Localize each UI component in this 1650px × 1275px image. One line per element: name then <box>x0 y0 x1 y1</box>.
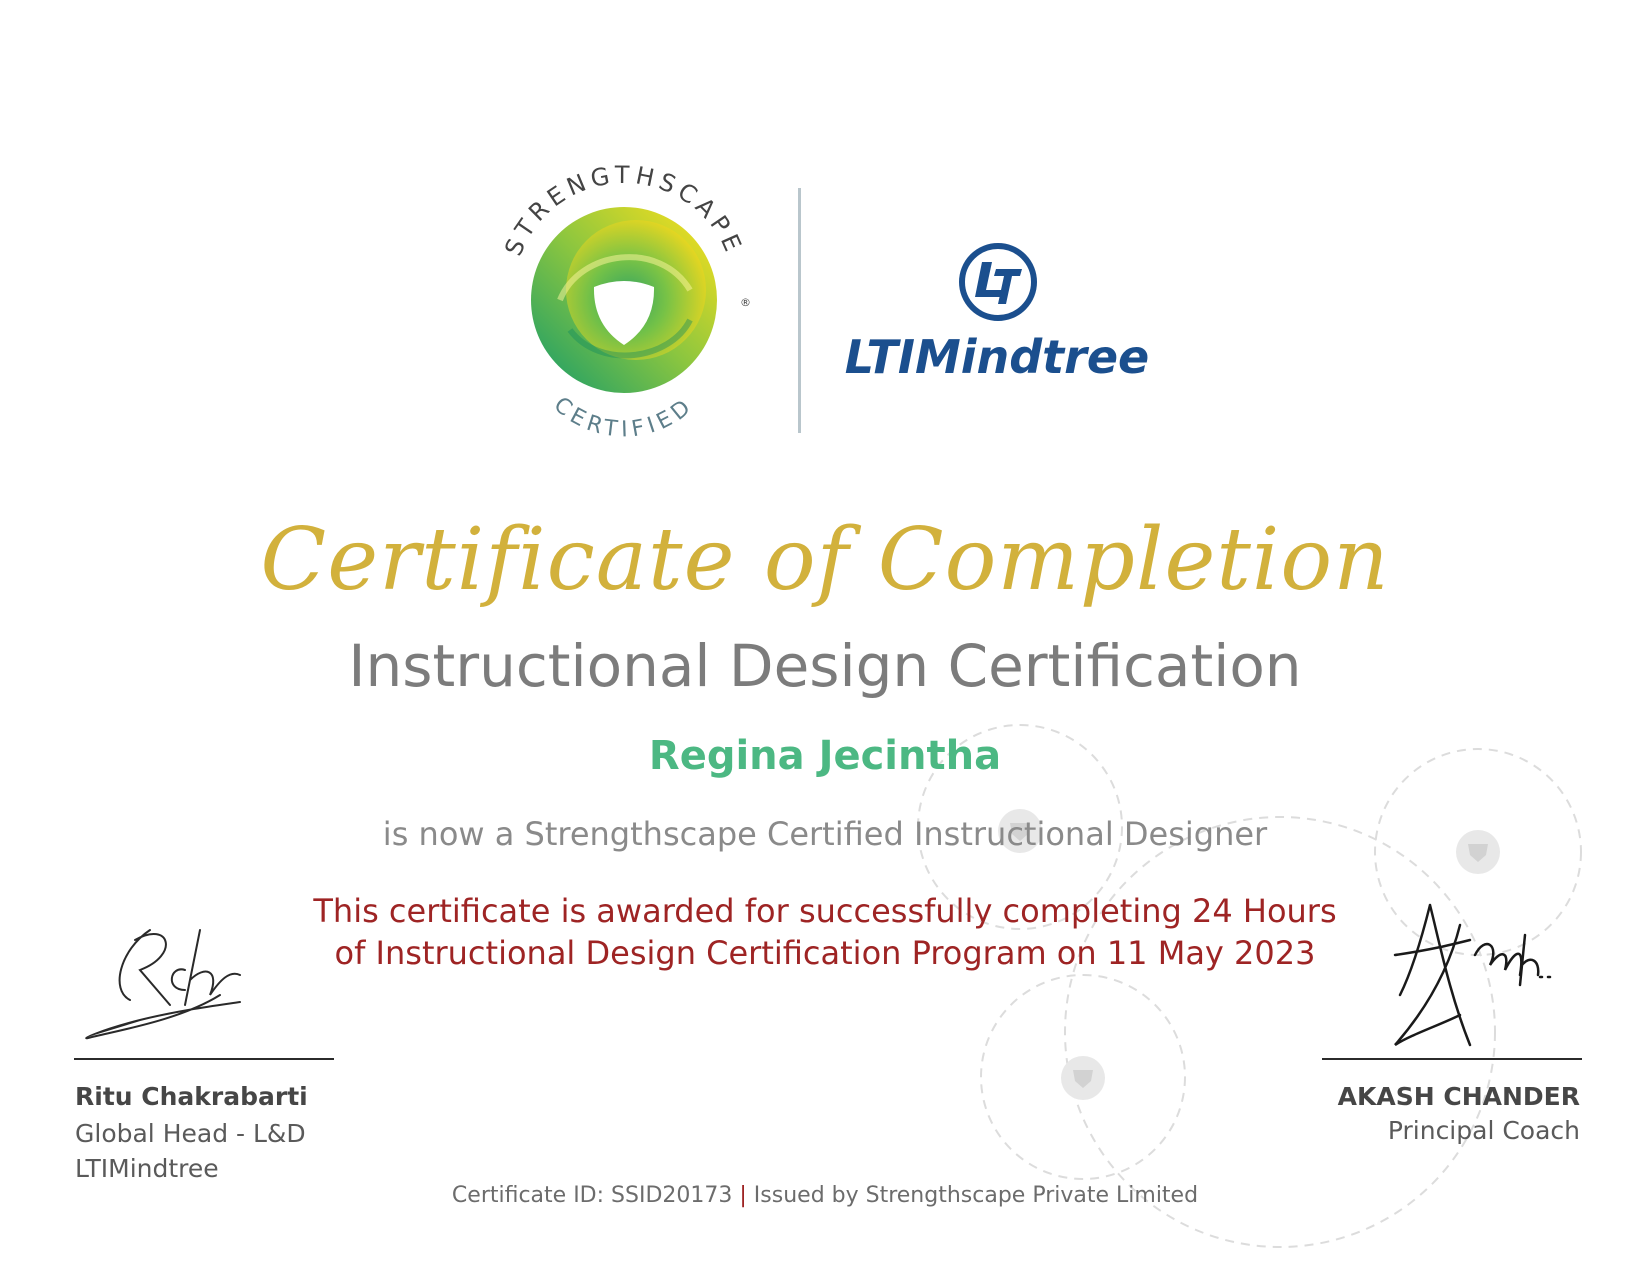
logo-divider <box>798 188 801 433</box>
right-signature <box>1393 903 1552 1047</box>
left-signatory-role: Global Head - L&D <box>75 1119 306 1148</box>
right-signatory-name: AKASH CHANDER <box>1337 1082 1580 1111</box>
ltimindtree-logo: LTIMindtree <box>845 243 1149 384</box>
certificate-title: Certificate of Completion <box>260 510 1390 610</box>
logo-header: STRENGTHSCAPE ® CERTIFIED LTIMindtree <box>499 161 1149 443</box>
registered-mark: ® <box>740 296 751 309</box>
recipient-name: Regina Jecintha <box>648 733 1002 779</box>
program-name: Instructional Design Certification <box>348 632 1302 700</box>
left-signature-line <box>74 1058 334 1060</box>
lt-emblem-icon <box>959 243 1037 321</box>
logo-arc-bottom-text: CERTIFIED <box>549 392 694 442</box>
ltimindtree-wordmark: LTIMindtree <box>845 330 1149 384</box>
certification-statement: is now a Strengthscape Certified Instruc… <box>382 815 1268 853</box>
left-signature <box>85 929 241 1040</box>
certificate-id: Certificate ID: SSID20173 <box>451 1183 733 1208</box>
footer-separator: | <box>739 1183 747 1208</box>
left-signatory-name: Ritu Chakrabarti <box>75 1082 308 1111</box>
right-signature-line <box>1322 1058 1582 1060</box>
left-signatory-org: LTIMindtree <box>75 1154 219 1183</box>
right-signatory-role: Principal Coach <box>1387 1116 1580 1145</box>
svg-text:CERTIFIED: CERTIFIED <box>549 392 699 442</box>
certificate-footer: Certificate ID: SSID20173 | Issued by St… <box>0 1183 1650 1208</box>
issuer: Issued by Strengthscape Private Limited <box>753 1183 1199 1208</box>
strengthscape-certified-logo: STRENGTHSCAPE ® CERTIFIED <box>499 161 751 443</box>
